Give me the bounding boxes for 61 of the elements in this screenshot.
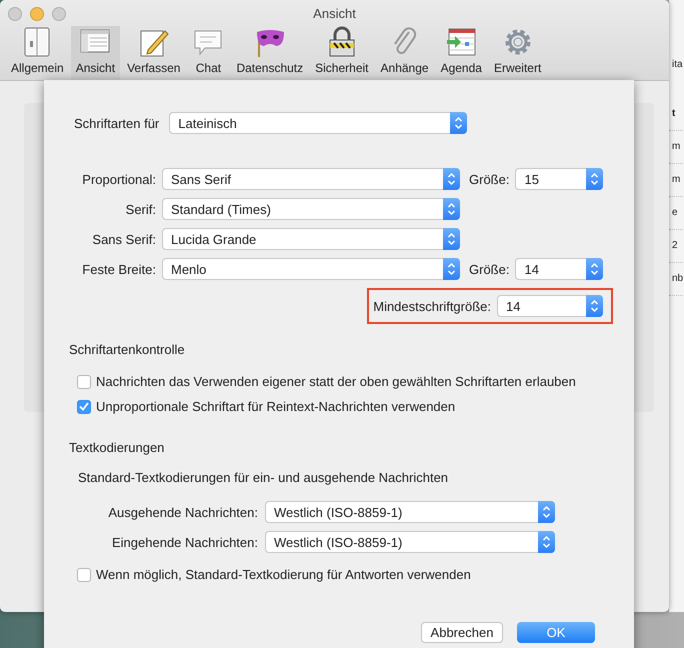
field-label: Größe: bbox=[469, 172, 510, 186]
dropdown[interactable]: Standard (Times) bbox=[162, 198, 460, 220]
text-fragment: e bbox=[672, 207, 679, 219]
text-fragment: m bbox=[672, 174, 682, 186]
chevrons-icon bbox=[590, 262, 600, 276]
checkbox[interactable] bbox=[77, 374, 91, 388]
toolbar-tab[interactable]: Sicherheit bbox=[310, 26, 374, 80]
toolbar-tab[interactable]: Datenschutz bbox=[231, 26, 308, 80]
text-fragment: 2 bbox=[672, 240, 679, 252]
dropdown[interactable]: Sans Serif bbox=[162, 168, 460, 190]
field-label: Proportional: bbox=[81, 172, 156, 186]
window-title: Ansicht bbox=[313, 6, 356, 20]
field-label: Eingehende Nachrichten: bbox=[111, 534, 258, 550]
checkbox-label: Unproportionale Schriftart für Reintext-Nachrichten verwenden bbox=[96, 399, 456, 414]
checkbox[interactable] bbox=[77, 400, 91, 414]
text-fragment: nb bbox=[672, 273, 684, 285]
dropdown[interactable]: 15 bbox=[515, 168, 604, 190]
close-button[interactable] bbox=[8, 7, 22, 21]
checkbox-label: Nachrichten das Verwenden eigener statt der oben gewählten Schriftarten erlauben bbox=[96, 374, 576, 389]
minimize-button[interactable] bbox=[30, 7, 44, 21]
cancel-button[interactable]: Abbrechen bbox=[421, 622, 503, 643]
field-label: Schriftarten für bbox=[74, 116, 160, 130]
chevrons-icon bbox=[542, 535, 551, 549]
chevrons-icon bbox=[447, 232, 456, 246]
chevrons-icon bbox=[590, 299, 599, 313]
toolbar-tab[interactable]: Chat bbox=[187, 26, 230, 80]
field-label: Feste Breite: bbox=[81, 262, 156, 276]
chevrons-icon bbox=[590, 172, 600, 186]
chevrons-icon bbox=[542, 505, 551, 519]
field-label: Mindestschriftgröße: bbox=[373, 298, 491, 314]
toolbar-tab[interactable]: Anhänge bbox=[376, 26, 434, 80]
dropdown[interactable]: Lucida Grande bbox=[162, 228, 460, 250]
toolbar-tab[interactable]: Allgemein bbox=[6, 26, 69, 80]
dropdown[interactable]: Westlich (ISO-8859-1) bbox=[265, 531, 555, 553]
calendar-icon bbox=[445, 26, 478, 58]
chevrons-icon bbox=[454, 116, 464, 130]
checkbox-label: Wenn möglich, Standard-Textkodierung für Antworten verwenden bbox=[96, 567, 471, 582]
text-fragment: m bbox=[672, 141, 682, 153]
chevrons-icon bbox=[447, 202, 456, 216]
dropdown[interactable]: Westlich (ISO-8859-1) bbox=[265, 501, 555, 523]
text-fragment: t bbox=[672, 108, 676, 120]
toolbar-tab[interactable]: Agenda bbox=[436, 26, 487, 80]
text-fragment: ita bbox=[672, 59, 684, 71]
toolbar-tab[interactable]: Verfassen bbox=[122, 26, 186, 80]
field-label: Ausgehende Nachrichten: bbox=[107, 504, 258, 520]
field-label: Sans Serif: bbox=[91, 232, 156, 246]
chevrons-icon bbox=[447, 172, 456, 186]
zoom-button[interactable] bbox=[52, 7, 66, 21]
section-subheading: Standard-Textkodierungen für ein- und ausgehende Nachrichten bbox=[77, 470, 450, 485]
section-heading: Textkodierungen bbox=[68, 440, 166, 455]
toolbar-tab[interactable]: Ansicht bbox=[70, 26, 120, 80]
toolbar-tab[interactable]: Erweitert bbox=[488, 26, 546, 80]
dropdown[interactable]: 14 bbox=[497, 295, 603, 317]
field-label: Serif: bbox=[124, 202, 156, 216]
chevrons-icon bbox=[447, 262, 456, 276]
dropdown[interactable]: Lateinisch bbox=[169, 112, 468, 134]
dropdown[interactable]: Menlo bbox=[162, 258, 460, 280]
field-label: Größe: bbox=[469, 262, 510, 276]
dropdown[interactable]: 14 bbox=[515, 258, 604, 280]
section-heading: Schriftartenkontrolle bbox=[68, 342, 186, 357]
checkbox[interactable] bbox=[77, 568, 91, 582]
